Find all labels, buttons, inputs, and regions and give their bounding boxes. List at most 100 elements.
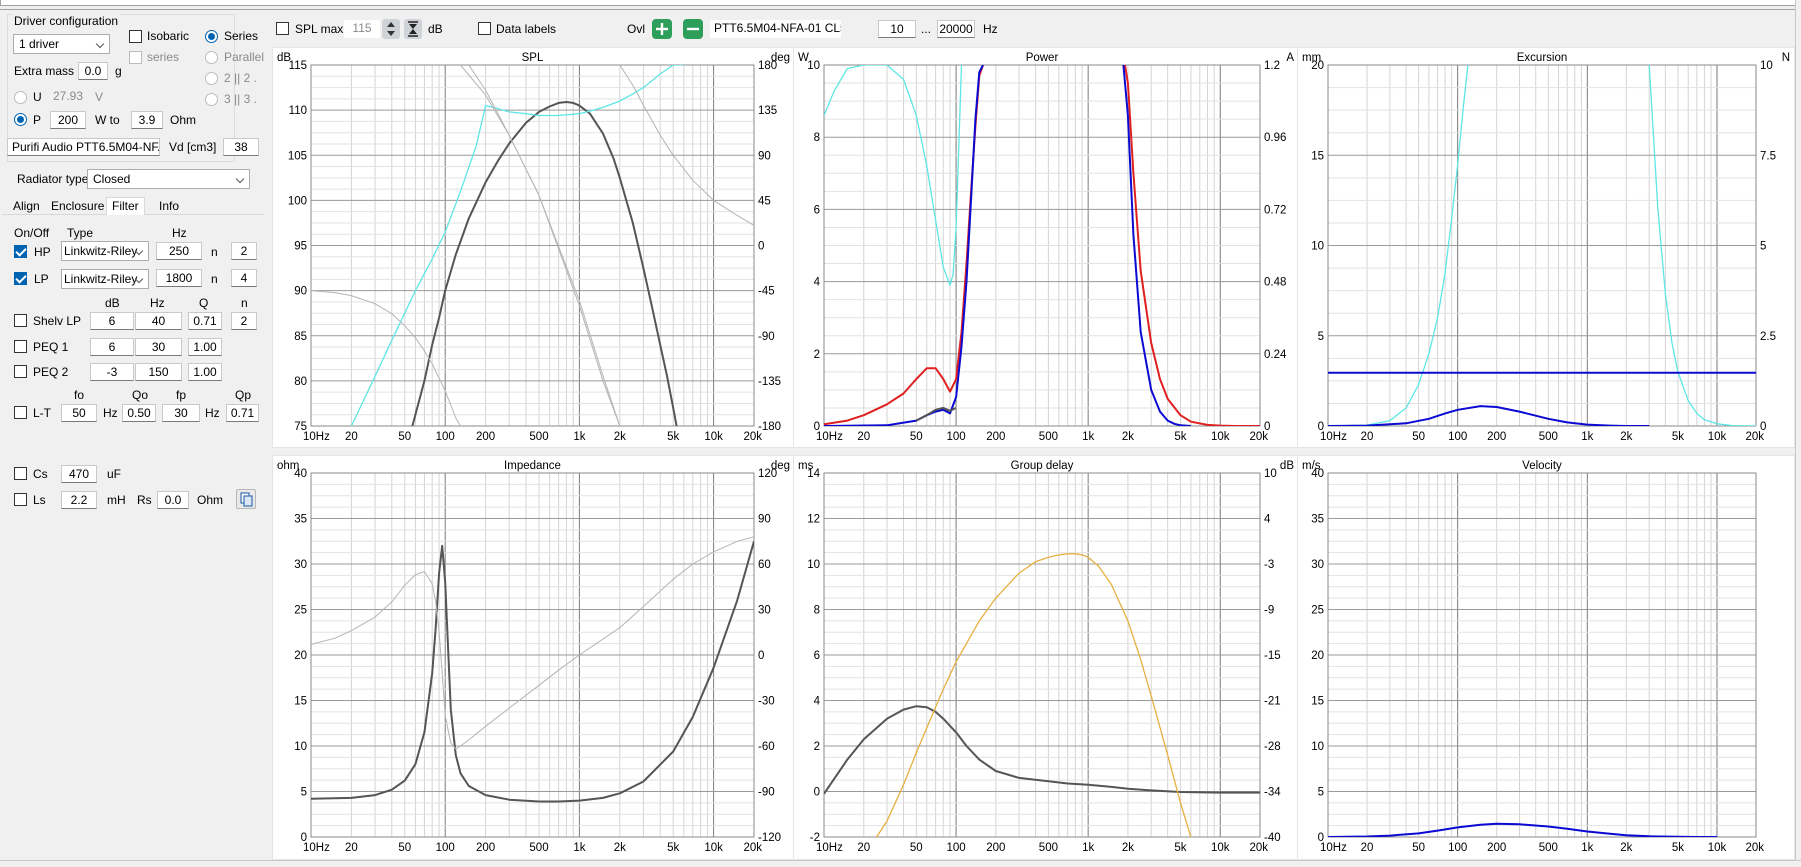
- group-delay-chart[interactable]: 10Hz 20 50 100 200 500 1k 2k 5k 10k 20k 14 12 10 8 6 4 2 0…: [793, 455, 1299, 860]
- copy-icon[interactable]: [236, 489, 256, 509]
- radiator-type-select[interactable]: Closed: [87, 169, 250, 189]
- y-tick-label: 30: [294, 559, 307, 571]
- tab-enclosure[interactable]: Enclosure: [45, 197, 110, 215]
- lt-qp-input[interactable]: 0.71: [226, 404, 259, 422]
- y-tick-label: 6: [814, 650, 820, 662]
- peq2-hz-input[interactable]: 150: [135, 363, 182, 381]
- lt-checkbox[interactable]: [14, 406, 27, 419]
- x-tick-label: 5k: [1174, 842, 1186, 854]
- spl-max-spinner[interactable]: [382, 19, 400, 39]
- y2-tick-label: 2.5: [1760, 331, 1776, 343]
- x-tick-label: 2k: [1122, 431, 1134, 443]
- hp-type-select[interactable]: Linkwitz-Riley: [61, 241, 149, 261]
- peq1-hz-input[interactable]: 30: [135, 338, 182, 356]
- y2-tick-label: -90: [758, 331, 775, 343]
- driver-name-field[interactable]: Purifi Audio PTT6.5M04-NFA-0: [7, 138, 160, 156]
- peq2-checkbox[interactable]: [14, 365, 27, 378]
- hp-n-input[interactable]: 2: [231, 242, 257, 260]
- ls-input[interactable]: 2.2: [61, 491, 97, 509]
- ls-checkbox[interactable]: [14, 493, 27, 506]
- peq2-db-input[interactable]: -3: [90, 363, 134, 381]
- y-unit-label: mm: [1302, 52, 1321, 64]
- fit-vertical-icon[interactable]: [404, 19, 422, 39]
- series-radio[interactable]: [205, 30, 218, 43]
- tab-align[interactable]: Align: [7, 197, 46, 215]
- impedance-chart[interactable]: 10Hz 20 50 100 200 500 1k 2k 5k 10k 20k 40 35 30 25 20 1…: [272, 455, 795, 860]
- drivers-count-select[interactable]: 1 driver: [13, 34, 110, 54]
- parallel-radio[interactable]: [205, 51, 218, 64]
- group_delay-series-0: [824, 705, 1260, 795]
- opt-2x2-radio[interactable]: [205, 72, 218, 85]
- shelv-n-input[interactable]: 2: [231, 312, 257, 330]
- shelv-q-input[interactable]: 0.71: [188, 312, 222, 330]
- shelv-lp-checkbox[interactable]: [14, 314, 27, 327]
- y2-tick-label: 135: [758, 105, 777, 117]
- add-overlay-button[interactable]: [652, 19, 672, 39]
- x-tick-label: 200: [986, 431, 1005, 443]
- power-chart[interactable]: 10Hz 20 50 100 200 500 1k 2k 5k 10k 20k 10 8 6 4 2 0 1.2 0…: [793, 47, 1299, 448]
- spl-max-input[interactable]: 115: [344, 20, 380, 38]
- excursion-chart[interactable]: 10Hz 20 50 100 200 500 1k 2k 5k 10k 20k 20 15 10 5 0 10 7…: [1297, 47, 1795, 448]
- voltage-label: U: [33, 90, 42, 104]
- isobaric-checkbox[interactable]: [129, 30, 142, 43]
- spl-max-checkbox[interactable]: [276, 22, 289, 35]
- x-tick-label: 2k: [614, 842, 626, 854]
- shelv-db-input[interactable]: 6: [90, 312, 134, 330]
- hp-checkbox[interactable]: [14, 245, 27, 258]
- load-ohm-input[interactable]: 3.9: [131, 111, 163, 129]
- rs-input[interactable]: 0.0: [157, 491, 189, 509]
- overlay-name-field[interactable]: PTT6.5M04-NFA-01 CL5.: [710, 20, 841, 38]
- excursion-plot: 10Hz 20 50 100 200 500 1k 2k 5k 10k 20k20151050107…: [1302, 52, 1790, 443]
- lt-fo-header: fo: [74, 388, 85, 402]
- shelv-hz-input[interactable]: 40: [135, 312, 182, 330]
- y-tick-label: 12: [807, 514, 820, 526]
- spl-chart[interactable]: 10Hz 20 50 100 200 500 1k 2k 5k 10k 20k 115 110 105 10…: [272, 47, 795, 448]
- x-tick-label: 10k: [1708, 842, 1727, 854]
- y-tick-label: 75: [294, 421, 307, 433]
- vd-value[interactable]: 38: [223, 138, 259, 156]
- lp-type-select[interactable]: Linkwitz-Riley: [61, 269, 149, 289]
- tab-info[interactable]: Info: [153, 197, 185, 215]
- x-tick-label: 2k: [1620, 431, 1632, 443]
- remove-overlay-button[interactable]: [683, 19, 703, 39]
- x-tick-label: 100: [1448, 431, 1467, 443]
- y2-unit-label: N: [1782, 52, 1790, 64]
- lp-checkbox[interactable]: [14, 272, 27, 285]
- peq1-checkbox[interactable]: [14, 340, 27, 353]
- freq-max-input[interactable]: 20000: [937, 20, 975, 38]
- lp-n-input[interactable]: 4: [231, 269, 257, 287]
- lt-fo-input[interactable]: 50: [61, 404, 97, 422]
- y2-tick-label: -15: [1264, 650, 1281, 662]
- y2-tick-label: 10: [1264, 468, 1277, 480]
- series-checkbox[interactable]: [129, 51, 142, 64]
- peq1-q-input[interactable]: 1.00: [188, 338, 222, 356]
- voltage-radio[interactable]: [14, 91, 27, 104]
- y2-unit-label: deg: [771, 52, 790, 64]
- y2-tick-label: -30: [758, 696, 775, 708]
- velocity-chart[interactable]: 10Hz 20 50 100 200 500 1k 2k 5k 10k 20k 40 35 30 25 20 1…: [1297, 455, 1795, 860]
- opt-3x3-radio[interactable]: [205, 93, 218, 106]
- hp-hz-input[interactable]: 250: [156, 242, 202, 260]
- y-tick-label: 10: [1311, 741, 1324, 753]
- lt-fp-input[interactable]: 30: [162, 404, 200, 422]
- freq-min-input[interactable]: 10: [878, 20, 916, 38]
- lp-n-label: n: [211, 272, 218, 286]
- lp-hz-input[interactable]: 1800: [156, 269, 202, 287]
- peq2-q-input[interactable]: 1.00: [188, 363, 222, 381]
- extra-mass-input[interactable]: 0.0: [78, 62, 108, 80]
- y-tick-label: 0: [814, 787, 820, 799]
- impedance-series-1: [311, 536, 754, 750]
- load-ohm-unit: Ohm: [170, 113, 197, 127]
- y-tick-label: 35: [1311, 514, 1324, 526]
- power-input[interactable]: 200: [50, 111, 86, 129]
- y-tick-label: 15: [1311, 150, 1324, 162]
- cs-input[interactable]: 470: [61, 465, 97, 483]
- cs-checkbox[interactable]: [14, 467, 27, 480]
- range-separator: ...: [921, 22, 932, 36]
- lt-qo-input[interactable]: 0.50: [122, 404, 156, 422]
- power-radio[interactable]: [14, 113, 27, 126]
- data-labels-checkbox[interactable]: [478, 22, 491, 35]
- voltage-input[interactable]: 27.93: [49, 88, 87, 106]
- peq1-db-input[interactable]: 6: [90, 338, 134, 356]
- tab-filter[interactable]: Filter: [106, 197, 145, 215]
